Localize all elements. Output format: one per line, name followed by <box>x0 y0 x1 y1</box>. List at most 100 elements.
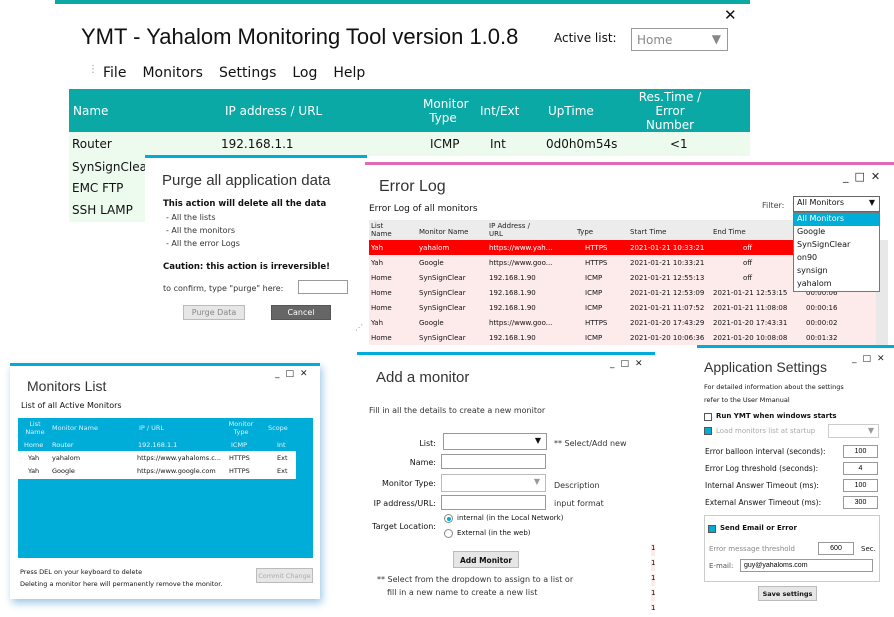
caution-text: Caution: this action is irreversible! <box>163 262 331 272</box>
setting-label: Internal Answer Timeout (ms): <box>705 481 819 490</box>
window-controls[interactable]: _□✕ <box>852 354 891 364</box>
filter-option[interactable]: synsign <box>794 265 879 278</box>
email-field-label: E-mail: <box>709 562 734 570</box>
filter-dropdown[interactable]: All Monitors ▼ <box>793 196 880 212</box>
commit-change-button[interactable]: Commit Change <box>256 568 313 583</box>
filter-option[interactable]: SynSignClear <box>794 239 879 252</box>
save-settings-button[interactable]: Save settings <box>758 586 817 601</box>
menu-monitors[interactable]: Monitors <box>142 65 203 81</box>
cell: 2021-01-21 10:33:21 <box>630 244 705 252</box>
radio-internal[interactable] <box>444 514 453 523</box>
list-dropdown[interactable]: ▼ <box>443 433 547 450</box>
close-icon[interactable]: ✕ <box>724 6 737 24</box>
window-controls[interactable]: _□✕ <box>275 369 314 379</box>
filter-option[interactable]: yahalom <box>794 278 879 291</box>
send-email-checkbox[interactable] <box>708 525 716 533</box>
setting-input[interactable] <box>843 445 878 458</box>
menu-log[interactable]: Log <box>292 65 317 81</box>
cell: Google <box>419 319 444 327</box>
col-scope[interactable]: Scope <box>268 424 288 432</box>
table-rows-partial: SynSignClear EMC FTP SSH LAMP <box>69 156 152 222</box>
error-log-row[interactable]: Yah Google https://www.goo... HTTPS 2021-01-… <box>369 315 876 330</box>
cell: Yah <box>28 454 40 462</box>
filter-option[interactable]: Google <box>794 226 879 239</box>
cell: Google <box>419 259 444 267</box>
load-list-checkbox[interactable] <box>704 427 712 435</box>
filter-option[interactable]: All Monitors <box>794 213 879 226</box>
col-uptime[interactable]: UpTime <box>548 104 594 118</box>
confirm-input[interactable] <box>298 280 348 294</box>
cell: 2021-01-20 17:43:31 <box>713 319 788 327</box>
table-row[interactable]: EMC FTP <box>72 181 123 195</box>
menu-settings[interactable]: Settings <box>219 65 276 81</box>
error-log-column-header[interactable]: Start Time <box>630 228 690 236</box>
cell: Yah <box>371 319 384 327</box>
radio-external[interactable] <box>444 529 453 538</box>
table-row[interactable]: Yah Google https://www.google.com HTTPS … <box>18 465 296 479</box>
error-log-column-header[interactable]: Monitor Name <box>419 228 479 236</box>
menu-help[interactable]: Help <box>333 65 365 81</box>
col-ip[interactable]: IP address / URL <box>225 104 322 118</box>
cell: https://www.google.com <box>137 467 216 475</box>
error-log-column-header[interactable]: Type <box>577 228 637 236</box>
table-row[interactable]: Router 192.168.1.1 ICMP Int 0d0h0m54s <1 <box>69 132 750 156</box>
cell: 2021-01-20 10:06:36 <box>630 334 705 342</box>
cancel-button[interactable]: Cancel <box>271 305 331 320</box>
cell: Home <box>371 289 392 297</box>
add-monitor-button[interactable]: Add Monitor <box>453 551 519 568</box>
name-input[interactable] <box>441 454 546 469</box>
monitor-table-header: Name IP address / URL Monitor Type Int/E… <box>69 89 750 132</box>
error-log-row[interactable]: Home SynSignClear 192.168.1.90 ICMP 2021-01-… <box>369 330 876 345</box>
cell: 2021-01-20 10:08:08 <box>713 334 788 342</box>
col-ip[interactable]: IP / URL <box>139 424 164 432</box>
error-log-column-header[interactable]: End Time <box>713 228 773 236</box>
partial-time-cell: 19 15:46 <box>651 559 655 571</box>
col-name[interactable]: Name <box>73 104 108 118</box>
table-row[interactable]: Yah yahalom https://www.yahaloms.c... HT… <box>18 451 296 465</box>
cell: https://www.goo... <box>489 259 553 267</box>
error-log-column-header[interactable]: List Name <box>371 222 399 238</box>
resize-grip-icon[interactable]: ⋰ <box>355 323 363 332</box>
active-list-label: Active list: <box>554 31 617 45</box>
table-row[interactable]: SSH LAMP <box>72 203 133 217</box>
partial-time-cell: 19 15:45 <box>651 589 655 601</box>
table-row[interactable]: Home Router 192.168.1.1 ICMP Int <box>18 439 313 451</box>
col-res[interactable]: Res.Time / Error Number <box>635 90 705 132</box>
sec-label: Sec. <box>861 545 876 553</box>
cell: 2021-01-21 11:07:52 <box>630 304 705 312</box>
monitor-type-dropdown[interactable]: ▼ <box>441 474 546 492</box>
setting-input[interactable] <box>843 462 878 475</box>
threshold-input[interactable] <box>818 542 854 555</box>
window-controls[interactable]: _□✕ <box>843 170 886 183</box>
col-type[interactable]: Monitor Type <box>224 420 258 436</box>
active-list-dropdown[interactable]: Home ▼ <box>631 28 728 51</box>
error-log-row[interactable]: Home SynSignClear 192.168.1.90 ICMP 2021-01-… <box>369 300 876 315</box>
table-row[interactable]: SynSignClear <box>72 160 152 174</box>
setting-label: Error balloon interval (seconds): <box>705 447 826 456</box>
cell: 192.168.1.90 <box>489 289 536 297</box>
window-controls[interactable]: _□✕ <box>610 359 649 369</box>
chevron-down-icon: ▼ <box>868 198 875 207</box>
col-list-name[interactable]: List Name <box>24 420 46 436</box>
error-log-column-header[interactable]: IP Address / URL <box>489 222 539 238</box>
menu-file[interactable]: File <box>103 65 126 81</box>
filter-option[interactable]: on90 <box>794 252 879 265</box>
cell: Home <box>371 304 392 312</box>
chevron-down-icon: ▼ <box>711 32 721 46</box>
purge-dialog: Purge all application data This action w… <box>145 155 367 342</box>
cell: SynSignClear <box>419 334 466 342</box>
setting-input[interactable] <box>843 479 878 492</box>
cell: 00:00:02 <box>806 319 838 327</box>
run-at-startup-checkbox[interactable] <box>704 413 712 421</box>
col-scope[interactable]: Int/Ext <box>480 104 519 118</box>
setting-input[interactable] <box>843 496 878 509</box>
ip-input[interactable] <box>441 495 546 510</box>
col-type[interactable]: Monitor Type <box>423 97 469 125</box>
purge-data-button[interactable]: Purge Data <box>183 305 245 320</box>
cell-uptime: 0d0h0m54s <box>546 137 618 151</box>
col-monitor-name[interactable]: Monitor Name <box>52 424 98 432</box>
email-input[interactable] <box>740 559 873 572</box>
startup-list-dropdown[interactable]: ▼ <box>828 424 879 438</box>
cell-res: <1 <box>670 137 688 151</box>
note-text: ** Select from the dropdown to assign to… <box>377 575 574 584</box>
